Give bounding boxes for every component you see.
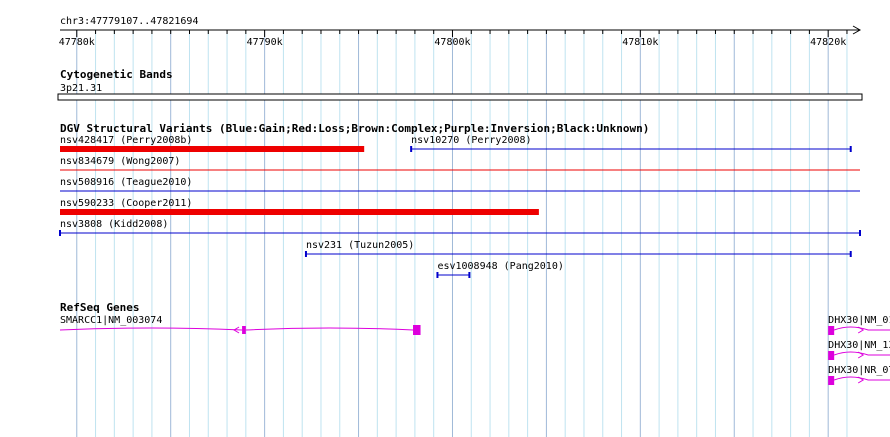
- cytoband-bar[interactable]: [57, 93, 863, 101]
- refseq-gene-features[interactable]: SMARCC1|NM_003074 DHX30|NM_0149 DHX30|NM_1…: [59, 315, 890, 385]
- dgv-variant-label: nsv10270 (Perry2008): [411, 135, 531, 146]
- refseq-intron-line: [245, 327, 414, 331]
- dgv-variant-feature[interactable]: nsv590233 (Cooper2011): [60, 198, 539, 215]
- ruler-tick-label: 47780k: [59, 37, 95, 48]
- refseq-gene-feature[interactable]: DHX30|NM_1380: [828, 340, 890, 360]
- dgv-features[interactable]: nsv428417 (Perry2008b) nsv10270 (Perry200…: [59, 135, 861, 278]
- genome-track-canvas: chr3:47779107..47821694 47780k 47790k 4780…: [57, 16, 890, 437]
- dgv-variant-feature[interactable]: esv1008948 (Pang2010): [436, 261, 564, 278]
- ruler-tick-label: 47810k: [622, 37, 658, 48]
- dgv-variant-label: esv1008948 (Pang2010): [437, 261, 563, 272]
- dgv-variants-track[interactable]: DGV Structural Variants (Blue:Gain;Red:L…: [59, 122, 861, 278]
- refseq-gene-label: DHX30|NR_0750: [828, 365, 890, 376]
- refseq-exon[interactable]: [413, 325, 421, 335]
- ruler-ticks: 47780k 47790k 47800k 47810k 47820k: [59, 30, 848, 48]
- ruler-tick-label: 47800k: [434, 37, 470, 48]
- ruler-tick-label: 47790k: [247, 37, 283, 48]
- refseq-intron-line: [59, 327, 243, 331]
- dgv-variant-feature[interactable]: nsv3808 (Kidd2008): [59, 219, 861, 236]
- refseq-exon[interactable]: [828, 351, 835, 360]
- refseq-gene-label: DHX30|NM_0149: [828, 315, 890, 326]
- refseq-genes-track[interactable]: RefSeq Genes SMARCC1|NM_003074 DHX30|NM_0…: [59, 301, 890, 385]
- refseq-exon[interactable]: [242, 326, 246, 334]
- cytoband-label: 3p21.31: [60, 83, 102, 94]
- refseq-exon[interactable]: [828, 376, 835, 385]
- cytoband-track[interactable]: Cytogenetic Bands 3p21.31: [57, 68, 863, 101]
- dgv-variant-feature[interactable]: nsv231 (Tuzun2005): [304, 240, 852, 257]
- dgv-variant-label: nsv231 (Tuzun2005): [306, 240, 414, 251]
- dgv-variant-feature[interactable]: nsv834679 (Wong2007): [60, 156, 860, 171]
- dgv-variant-label: nsv3808 (Kidd2008): [60, 219, 168, 230]
- ruler-tick-label: 47820k: [810, 37, 846, 48]
- refseq-gene-label: DHX30|NM_1380: [828, 340, 890, 351]
- refseq-gene-feature[interactable]: DHX30|NM_0149: [828, 315, 890, 335]
- refseq-track-title: RefSeq Genes: [60, 301, 139, 314]
- refseq-gene-feature[interactable]: DHX30|NR_0750: [828, 365, 890, 385]
- genome-browser-view: chr3:47779107..47821694 47780k 47790k 4780…: [0, 0, 890, 437]
- region-label: chr3:47779107..47821694: [60, 16, 198, 27]
- dgv-variant-label: nsv428417 (Perry2008b): [60, 135, 192, 146]
- dgv-variant-feature[interactable]: nsv10270 (Perry2008): [410, 135, 852, 152]
- dgv-variant-label: nsv508916 (Teague2010): [60, 177, 192, 188]
- dgv-variant-label: nsv834679 (Wong2007): [60, 156, 180, 167]
- refseq-gene-label: SMARCC1|NM_003074: [60, 315, 162, 326]
- dgv-track-title: DGV Structural Variants (Blue:Gain;Red:L…: [60, 122, 649, 135]
- dgv-variant-bar[interactable]: [60, 146, 365, 152]
- refseq-exon[interactable]: [828, 326, 835, 335]
- dgv-variant-feature[interactable]: nsv508916 (Teague2010): [60, 177, 860, 192]
- dgv-variant-bar[interactable]: [60, 209, 539, 215]
- coordinate-ruler[interactable]: chr3:47779107..47821694 47780k 47790k 4780…: [59, 16, 862, 48]
- dgv-variant-feature[interactable]: nsv428417 (Perry2008b): [60, 135, 365, 152]
- dgv-variant-label: nsv590233 (Cooper2011): [60, 198, 192, 209]
- cytoband-track-title: Cytogenetic Bands: [60, 68, 173, 81]
